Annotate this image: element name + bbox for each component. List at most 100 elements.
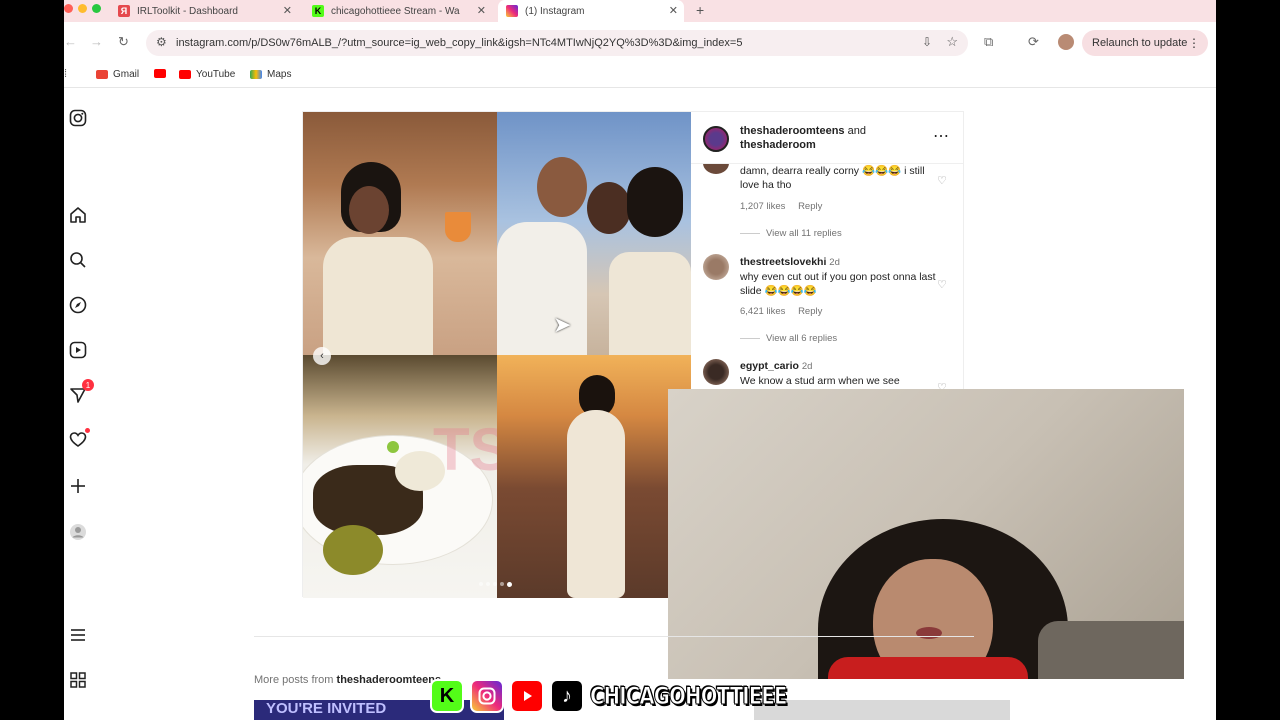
post-media-collage[interactable]: TSR ‹ ➤ [303,112,691,598]
bookmark-label: Gmail [113,69,140,80]
new-tab-button[interactable]: + [696,2,704,18]
search-icon[interactable] [68,250,88,270]
profile-icon[interactable] [68,522,88,542]
close-tab-icon[interactable]: ✕ [669,4,678,17]
profile-avatar[interactable] [1058,34,1074,50]
youtube-icon [154,69,166,78]
kebab-menu-icon[interactable]: ⋮ [1188,36,1200,50]
mouse-cursor-icon: ➤ [553,312,572,337]
window-zoom-dot[interactable] [92,4,101,13]
messages-badge: 1 [82,379,94,391]
streamer-overlay: K ♪ CHICAGOHOTTIEEE [430,676,830,716]
streamer-handle: CHICAGOHOTTIEEE [590,682,788,711]
post-author-line: theshaderoomteens and theshaderoom [740,124,920,152]
reply-button[interactable]: Reply [798,201,822,212]
more-posts-account-link[interactable]: theshaderoomteens [337,674,442,686]
tab-title: IRLToolkit - Dashboard [137,5,238,17]
more-posts-heading: More posts from theshaderoomteens [254,674,441,686]
forward-icon[interactable]: → [90,34,103,49]
commenter-avatar[interactable] [703,359,729,385]
commenter-avatar[interactable] [703,254,729,280]
relaunch-button[interactable]: Relaunch to update ⋮ [1082,30,1208,56]
comment-username[interactable]: thestreetslovekhi [740,256,826,268]
coauthor-link[interactable]: theshaderoom [740,139,816,151]
comment-likes[interactable]: 6,421 likes [740,306,785,317]
bookmark-star-icon[interactable]: ☆ [946,34,958,50]
post-header: theshaderoomteens and theshaderoom ⋯ [691,112,963,164]
reload-icon[interactable]: ↻ [118,34,129,50]
comment-meta: 6,421 likes Reply [740,306,822,317]
tab-instagram[interactable]: (1) Instagram ✕ [498,0,684,22]
youtube-icon [179,70,191,79]
photo-sunset-dock [497,355,691,598]
couch [1038,621,1184,679]
comments-panel: theshaderoomteens and theshaderoom ⋯ dam… [691,112,963,394]
close-tab-icon[interactable]: ✕ [477,4,486,17]
home-icon[interactable] [68,205,88,225]
view-replies-link[interactable]: View all 11 replies [740,228,842,239]
carousel-dots [479,582,512,587]
window-close-dot[interactable] [64,4,73,13]
bookmark-gmail[interactable]: Gmail [96,69,139,80]
thumbnail-text: YOU'RE INVITED [266,700,387,717]
maps-icon [250,70,262,79]
tab-irltoolkit[interactable]: Я IRLToolkit - Dashboard ✕ [118,0,298,22]
install-app-icon[interactable]: ⇩ [922,35,932,49]
carousel-prev-icon[interactable]: ‹ [313,347,331,365]
bookmark-youtube-icon-only[interactable] [154,69,171,78]
author-avatar[interactable] [703,126,729,152]
extensions-icon[interactable]: ⟳ [1028,34,1039,50]
watermark-logo: TSR [433,416,497,483]
tab-search-icon[interactable]: ⧉ [984,34,993,50]
person-shirt [828,657,1028,679]
irltoolkit-icon: Я [118,5,130,17]
comment-meta: 1,207 likes Reply [740,201,822,212]
like-comment-heart-icon[interactable]: ♡ [937,174,947,187]
address-bar[interactable]: ⚙ instagram.com/p/DS0w76mALB_/?utm_sourc… [146,30,968,56]
kick-icon: K [430,679,464,713]
kick-icon: K [312,5,324,17]
like-comment-heart-icon[interactable]: ♡ [937,278,947,291]
explore-icon[interactable] [68,295,88,315]
bookmark-youtube[interactable]: YouTube [179,69,235,80]
url-text: instagram.com/p/DS0w76mALB_/?utm_source=… [176,37,743,49]
comment-username[interactable]: egypt_cario [740,360,799,372]
notifications-heart-icon[interactable] [68,428,90,450]
messages-icon[interactable]: 1 [68,379,94,405]
author-link[interactable]: theshaderoomteens [740,125,845,137]
photo-women-toasting [303,112,497,355]
back-icon[interactable]: ← [64,34,77,49]
instagram-logo-icon[interactable] [68,108,88,128]
tab-kick-stream[interactable]: K chicagohottieee Stream - Wa ✕ [312,0,492,22]
bookmark-maps[interactable]: Maps [250,69,291,80]
section-divider [254,636,974,637]
tiktok-icon: ♪ [550,679,584,713]
apps-grid-icon[interactable]: ⁞ [64,68,67,80]
comment-text: damn, dearra really corny 😂😂😂 i still lo… [740,165,925,191]
view-replies-label: View all 6 replies [766,333,838,344]
person-mouth [916,627,942,639]
photo-group-selfie [497,112,691,355]
also-from-meta-icon[interactable] [68,670,88,690]
bookmark-label: YouTube [196,69,236,80]
bookmarks-bar: ⁞ Gmail YouTube Maps [64,62,1216,88]
more-posts-prefix: More posts from [254,674,337,686]
comment-age: 2d [801,361,813,372]
tab-title: chicagohottieee Stream - Wa [331,5,460,17]
window-minimize-dot[interactable] [78,4,87,13]
comment-text: why even cut out if you gon post onna la… [740,271,936,297]
close-tab-icon[interactable]: ✕ [283,4,292,17]
tab-strip: Я IRLToolkit - Dashboard ✕ K chicagohott… [64,0,1216,22]
reels-icon[interactable] [68,340,88,360]
comment-text: We know a stud arm when we see [740,375,900,387]
reply-button[interactable]: Reply [798,306,822,317]
more-options-icon[interactable]: ⋯ [933,126,949,146]
site-settings-icon[interactable]: ⚙ [156,35,167,49]
view-replies-link[interactable]: View all 6 replies [740,333,837,344]
toolbar: ← → ↻ ⚙ instagram.com/p/DS0w76mALB_/?utm… [64,22,1216,62]
create-plus-icon[interactable] [68,476,88,496]
tab-title: (1) Instagram [525,5,585,17]
menu-hamburger-icon[interactable] [68,625,88,645]
comment-likes[interactable]: 1,207 likes [740,201,785,212]
comment-body: egypt_cario 2d We know a stud arm when w… [740,359,940,388]
